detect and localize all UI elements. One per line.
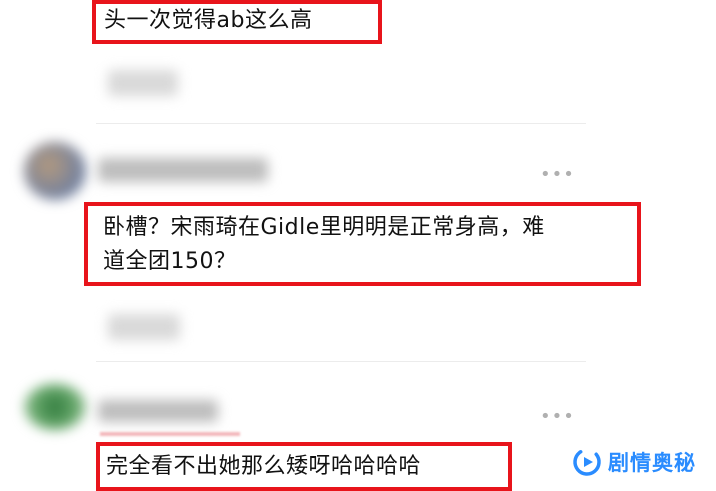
more-options-2[interactable]: •••: [540, 166, 575, 184]
username-3[interactable]: [98, 400, 218, 422]
username-2[interactable]: [98, 158, 268, 182]
comment-3-top-accent: [100, 432, 240, 436]
comment-2-text-line-2: 道全团150？: [103, 249, 237, 274]
comment-3-text: 完全看不出她那么矮呀哈哈哈哈: [106, 454, 422, 479]
watermark-text: 剧情奥秘: [608, 451, 696, 475]
avatar-3[interactable]: [24, 384, 86, 430]
comment-2-reply-placeholder: [108, 314, 180, 340]
watermark: 剧情奥秘: [572, 444, 696, 480]
more-options-3[interactable]: •••: [540, 408, 575, 426]
comment-1-text: 头一次觉得ab这么高: [104, 8, 313, 33]
divider-2: [96, 361, 586, 362]
play-swirl-icon: [573, 448, 601, 476]
comment-2-text-line-1: 卧槽？宋雨琦在Gidle里明明是正常身高，难: [103, 215, 545, 240]
comment-1-reply-placeholder: [108, 70, 178, 96]
divider-1: [96, 123, 586, 124]
avatar-2[interactable]: [24, 142, 86, 200]
